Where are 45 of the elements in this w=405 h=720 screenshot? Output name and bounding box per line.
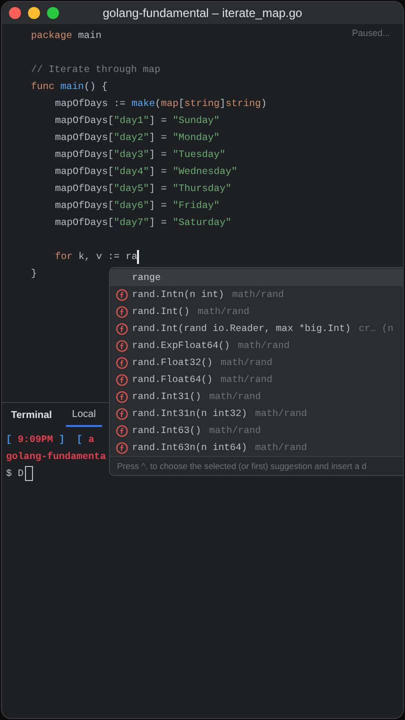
- code-line: mapOfDays["day5"] = "Thursday": [55, 182, 232, 196]
- function-icon: [116, 340, 128, 352]
- code-line: package main: [31, 29, 102, 43]
- terminal-tab[interactable]: Local: [66, 403, 102, 427]
- code-line: mapOfDays["day6"] = "Friday": [55, 199, 220, 213]
- suggestion-item[interactable]: rand.ExpFloat64() math/rand: [110, 337, 403, 354]
- function-icon: [116, 322, 128, 334]
- terminal-line: golang-fundamenta: [6, 451, 106, 462]
- function-icon: [116, 288, 128, 300]
- suggestion-item[interactable]: rand.Intn(n int) math/rand: [110, 286, 403, 303]
- code-line: mapOfDays := make(map[string]string): [55, 97, 267, 111]
- code-line: mapOfDays["day3"] = "Tuesday": [55, 148, 226, 162]
- zoom-button[interactable]: [47, 7, 59, 19]
- code-line: for k, v := ra: [55, 250, 138, 264]
- status-text: Paused...: [352, 28, 390, 38]
- suggestion-item[interactable]: rand.Int() math/rand: [110, 303, 403, 320]
- code-line: // Iterate through map: [31, 63, 160, 77]
- suggestion-item[interactable]: rand.Int(rand io.Reader, max *big.Int) cr… (n: [110, 320, 403, 337]
- code-line: mapOfDays["day1"] = "Sunday": [55, 114, 220, 128]
- code-line: mapOfDays["day2"] = "Monday": [55, 131, 220, 145]
- terminal-line: $ D: [6, 468, 24, 479]
- suggestion-item[interactable]: rand.Int31() math/rand: [110, 388, 403, 405]
- window-title: golang-fundamental – iterate_map.go: [102, 6, 302, 20]
- close-button[interactable]: [9, 7, 21, 19]
- function-icon: [116, 408, 128, 420]
- code-line: }: [31, 267, 37, 281]
- function-icon: [116, 424, 128, 436]
- function-icon: [116, 374, 128, 386]
- suggestion-item[interactable]: rand.Int31n(n int32) math/rand: [110, 405, 403, 422]
- terminal-line: [ 9:09PM ] [ a: [6, 434, 94, 445]
- code-line: mapOfDays["day4"] = "Wednesday": [55, 165, 238, 179]
- function-icon: [116, 442, 128, 454]
- suggestion-item[interactable]: rand.Float64() math/rand: [110, 371, 403, 388]
- suggestion-item[interactable]: rand.Int63() math/rand: [110, 422, 403, 439]
- hint-text: Press ^. to choose the selected (or first) suggestion and insert a d: [110, 456, 403, 475]
- suggestion-item[interactable]: rand.Int63n(n int64) math/rand: [110, 439, 403, 456]
- function-icon: [116, 306, 128, 318]
- suggestion-item[interactable]: range: [110, 269, 403, 286]
- suggestion-item[interactable]: rand.Float32() math/rand: [110, 354, 403, 371]
- function-icon: [116, 390, 128, 402]
- minimize-button[interactable]: [28, 7, 40, 19]
- panel-title: Terminal: [11, 410, 52, 420]
- code-line: func main() {: [31, 80, 108, 94]
- function-icon: [116, 356, 128, 368]
- code-line: mapOfDays["day7"] = "Saturday": [55, 216, 232, 230]
